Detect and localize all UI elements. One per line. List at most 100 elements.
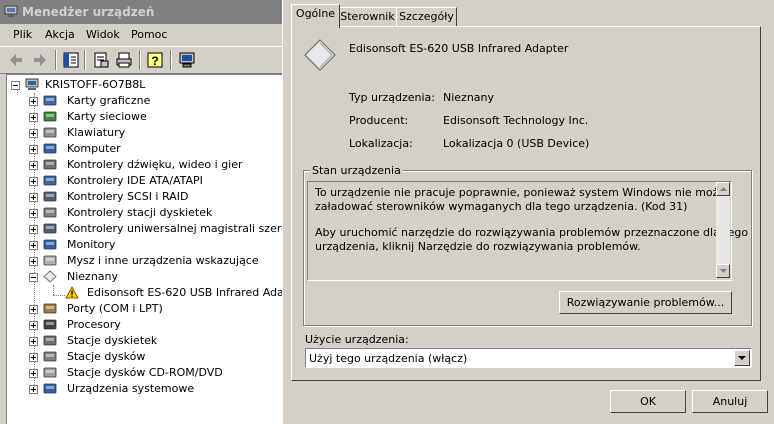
- expand-toggle[interactable]: [29, 353, 38, 362]
- status-line: Aby uruchomić narzędzie do rozwiązywania…: [315, 226, 749, 239]
- tree-category-label: Klawiatury: [67, 126, 126, 139]
- expand-toggle[interactable]: [29, 241, 38, 250]
- tree-category-label: Kontrolery SCSI i RAID: [67, 190, 189, 203]
- expand-toggle[interactable]: [29, 337, 38, 346]
- disk-drive-icon: [43, 351, 57, 362]
- scroll-up-arrow[interactable]: [716, 182, 730, 196]
- device-usage-value: Użyj tego urządzenia (włącz): [309, 352, 468, 365]
- expand-toggle[interactable]: [29, 305, 38, 314]
- expand-toggle[interactable]: [29, 161, 38, 170]
- device-type-label: Typ urządzenia:: [349, 91, 436, 104]
- location-label: Lokalizacja:: [349, 137, 413, 150]
- tree-category-label: Stacje dysków: [67, 350, 146, 363]
- scsi-controller-icon: [43, 191, 57, 202]
- collapse-toggle[interactable]: [11, 81, 20, 90]
- port-icon: [43, 303, 57, 314]
- display-adapter-icon: [43, 95, 57, 106]
- chevron-down-icon: [738, 356, 746, 360]
- expand-toggle[interactable]: [29, 129, 38, 138]
- properties-icon[interactable]: [92, 51, 110, 69]
- toolbar-separator: [55, 50, 57, 70]
- expand-toggle[interactable]: [29, 145, 38, 154]
- cdrom-icon: [43, 367, 57, 378]
- device-status-text[interactable]: To urządzenie nie pracuje poprawnie, pon…: [307, 181, 748, 281]
- expand-toggle[interactable]: [29, 177, 38, 186]
- menu-pomoc[interactable]: Pomoc: [131, 28, 167, 41]
- expand-toggle[interactable]: [29, 321, 38, 330]
- usb-controller-icon: [43, 223, 57, 234]
- tab-details[interactable]: Szczegóły: [396, 7, 457, 27]
- tree-category-label: Nieznany: [67, 270, 119, 283]
- computer-app-icon: [4, 5, 18, 17]
- cancel-button[interactable]: Anuluj: [692, 390, 768, 413]
- expand-toggle[interactable]: [29, 193, 38, 202]
- expand-toggle[interactable]: [29, 97, 38, 106]
- tree-category-label: Karty graficzne: [67, 94, 151, 107]
- manufacturer-value: Edisonsoft Technology Inc.: [443, 114, 589, 127]
- expand-toggle[interactable]: [29, 209, 38, 218]
- expand-toggle[interactable]: [29, 257, 38, 266]
- tree-category-label: Monitory: [67, 238, 116, 251]
- tree-category-label: Kontrolery dźwięku, wideo i gier: [67, 158, 243, 171]
- tab-general[interactable]: Ogólne: [291, 4, 340, 28]
- device-name: Edisonsoft ES-620 USB Infrared Adapter: [349, 42, 569, 55]
- status-line: załadować sterowników wymaganych dla teg…: [315, 200, 688, 213]
- tree-category-label: Mysz i inne urządzenia wskazujące: [67, 254, 259, 267]
- down-arrow-icon: [720, 269, 727, 273]
- expand-toggle[interactable]: [29, 225, 38, 234]
- tree-root-label: KRISTOFF-6O7B8L: [45, 78, 146, 91]
- toolbar: ?: [0, 46, 282, 74]
- toolbar-separator: [84, 50, 86, 70]
- toolbar-separator: [139, 50, 141, 70]
- menu-plik[interactable]: Plik: [13, 28, 32, 41]
- system-devices-icon: [43, 383, 57, 394]
- device-usage-label: Użycie urządzenia:: [305, 333, 409, 346]
- computer-icon: [43, 143, 57, 154]
- expand-toggle[interactable]: [29, 385, 38, 394]
- help-icon[interactable]: ?: [146, 51, 164, 69]
- network-adapter-icon: [43, 111, 57, 122]
- ok-button[interactable]: OK: [610, 390, 686, 413]
- tree-device-label: Edisonsoft ES-620 USB Infrared Adapter: [87, 286, 282, 299]
- properties-view-icon[interactable]: [62, 51, 80, 69]
- device-manager-window: Menedżer urządzeń Plik Akcja Widok Pomoc…: [0, 0, 282, 424]
- menu-akcja[interactable]: Akcja: [45, 28, 75, 41]
- floppy-controller-icon: [43, 207, 57, 218]
- tree-category-label: Kontrolery IDE ATA/ATAPI: [67, 174, 203, 187]
- expand-toggle[interactable]: [29, 369, 38, 378]
- tab-driver[interactable]: Sterownik: [338, 7, 397, 27]
- scroll-down-arrow[interactable]: [716, 264, 730, 278]
- sound-icon: [43, 159, 57, 170]
- print-icon[interactable]: [115, 51, 133, 69]
- unknown-category-icon: [43, 270, 57, 283]
- toolbar-separator: [170, 50, 172, 70]
- computer-icon: [25, 78, 39, 90]
- expand-toggle[interactable]: [29, 113, 38, 122]
- forward-arrow-icon[interactable]: [31, 51, 49, 69]
- dropdown-button[interactable]: [734, 350, 750, 366]
- tree-category-label: Stacje dyskietek: [67, 334, 158, 347]
- tree-category-label: Porty (COM i LPT): [67, 302, 163, 315]
- scan-hardware-icon[interactable]: [178, 51, 196, 69]
- tree-category-label: Kontrolery stacji dyskietek: [67, 206, 213, 219]
- warning-icon: [65, 286, 79, 299]
- tree-line: [53, 285, 54, 295]
- location-value: Lokalizacja 0 (USB Device): [443, 137, 590, 150]
- tree-line: [53, 295, 65, 296]
- floppy-drive-icon: [43, 335, 57, 346]
- tree-category-label: Karty sieciowe: [67, 110, 147, 123]
- back-arrow-icon[interactable]: [7, 51, 25, 69]
- tree-category-label: Kontrolery uniwersalnej magistrali szere…: [67, 222, 282, 235]
- troubleshoot-button[interactable]: Rozwiązywanie problemów...: [559, 291, 732, 314]
- tree-category-label: Stacje dysków CD-ROM/DVD: [67, 366, 223, 379]
- monitor-icon: [43, 239, 57, 250]
- menu-widok[interactable]: Widok: [86, 28, 120, 41]
- device-type-value: Nieznany: [443, 91, 495, 104]
- status-line: To urządzenie nie pracuje poprawnie, pon…: [315, 186, 726, 199]
- status-line: urządzenia, kliknij Narzędzie do rozwiąz…: [315, 240, 641, 253]
- collapse-toggle[interactable]: [29, 273, 38, 282]
- tree-category-label: Urządzenia systemowe: [67, 382, 195, 395]
- device-manager-titlebar[interactable]: Menedżer urządzeń: [0, 0, 282, 24]
- device-usage-select[interactable]: Użyj tego urządzenia (włącz): [305, 348, 752, 368]
- ide-controller-icon: [43, 175, 57, 186]
